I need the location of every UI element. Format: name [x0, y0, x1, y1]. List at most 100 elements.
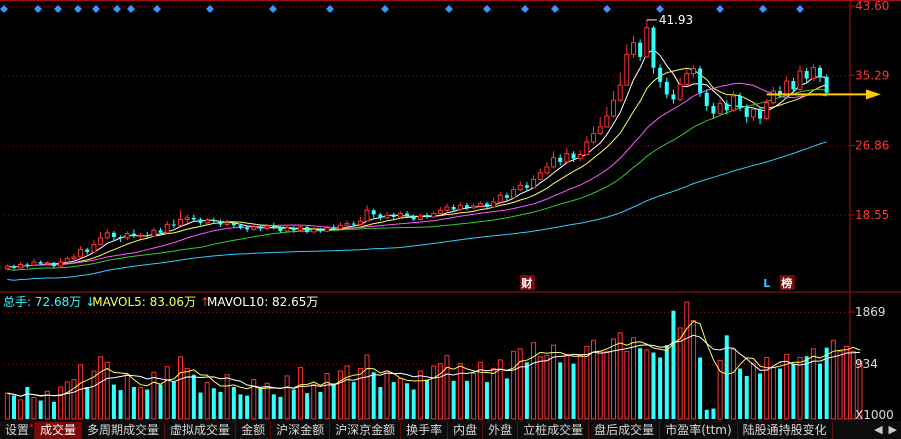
tab-7[interactable]: 换手率	[401, 422, 449, 439]
candle	[818, 65, 823, 82]
candle-body	[311, 228, 317, 233]
volume-bar	[424, 379, 429, 419]
event-diamond-icon[interactable]	[113, 5, 121, 13]
volume-bar	[138, 387, 144, 420]
candle-body	[364, 209, 370, 222]
candle-body	[251, 226, 257, 230]
tab-8[interactable]: 内盘	[448, 422, 484, 439]
candle-body	[651, 27, 656, 68]
tab-scroll-right-icon[interactable]: ▶	[889, 422, 897, 438]
tab-5[interactable]: 沪深金额	[271, 422, 331, 439]
tab-3[interactable]: 虚拟成交量	[165, 422, 237, 439]
tab-6[interactable]: 沪深京金额	[330, 422, 402, 439]
event-marker-label[interactable]: 榜	[781, 276, 792, 290]
volume-bar	[844, 345, 850, 420]
volume-bar	[750, 363, 756, 420]
tab-12[interactable]: 市盈率(ttm)	[660, 422, 738, 439]
candle	[204, 217, 210, 225]
tab-scroll-left-icon[interactable]: ◀	[874, 422, 882, 438]
volume-bar	[738, 368, 743, 419]
tab-4[interactable]: 金额	[236, 422, 272, 439]
volume-bar	[164, 366, 170, 420]
event-diamond-icon[interactable]	[445, 5, 453, 13]
event-marker-label[interactable]: L	[763, 277, 770, 290]
tab-0[interactable]: 设置	[0, 422, 36, 439]
volume-bar	[31, 396, 37, 420]
tab-11[interactable]: 盘后成交量	[589, 422, 661, 439]
event-diamond-icon[interactable]	[521, 5, 529, 13]
volume-bar	[464, 380, 469, 419]
candle	[658, 64, 663, 88]
candle-body	[711, 106, 716, 114]
volume-bar	[711, 408, 716, 419]
event-diamond-icon[interactable]	[656, 5, 664, 13]
tab-10[interactable]: 立桩成交量	[518, 422, 590, 439]
candle	[511, 186, 517, 199]
candle	[624, 44, 630, 87]
candle-body	[111, 232, 116, 237]
price-tick-label: 43.60	[855, 0, 889, 13]
candle-body	[318, 229, 323, 232]
candle-body	[770, 90, 776, 104]
event-diamond-icon[interactable]	[92, 5, 100, 13]
candle-body	[291, 227, 296, 231]
candle-body	[671, 94, 676, 100]
candle-body	[397, 213, 403, 218]
candle-body	[591, 133, 597, 143]
candle	[704, 89, 709, 112]
candle	[584, 136, 590, 156]
event-diamond-icon[interactable]	[269, 5, 277, 13]
candle-body	[198, 219, 203, 223]
tab-13[interactable]: 陆股通持股变化	[738, 422, 833, 439]
candle	[471, 203, 477, 210]
volume-bar	[477, 361, 483, 420]
candle	[758, 106, 763, 125]
event-diamond-icon[interactable]	[0, 5, 8, 13]
candle	[51, 261, 56, 268]
candle-body	[391, 215, 396, 217]
candle	[71, 253, 77, 261]
event-marker-label[interactable]: 财	[520, 276, 532, 290]
candle-body	[724, 103, 729, 111]
candle	[378, 212, 383, 221]
candle-body	[31, 261, 37, 266]
tab-9[interactable]: 外盘	[483, 422, 519, 439]
candle-body	[818, 67, 823, 77]
candle	[784, 76, 790, 97]
volume-bar	[51, 401, 56, 419]
event-diamond-icon[interactable]	[381, 5, 389, 13]
candle	[98, 231, 104, 246]
kline-chart[interactable]: 财 L榜 43.60 35.29 26.86 18.55 1869 934 X1000 41.…	[0, 0, 901, 438]
candle	[684, 69, 690, 87]
tab-1[interactable]: 成交量	[35, 422, 83, 439]
candle	[810, 63, 816, 82]
candle	[218, 219, 223, 227]
candle	[211, 217, 216, 224]
event-diamond-icon[interactable]	[716, 5, 724, 13]
candle	[391, 212, 396, 220]
candle-body	[245, 227, 250, 230]
event-diamond-icon[interactable]	[796, 5, 804, 13]
candle-body	[698, 68, 703, 93]
candle-body	[744, 107, 749, 117]
event-diamond-icon[interactable]	[153, 5, 161, 13]
candle	[397, 211, 403, 219]
candle	[457, 201, 463, 212]
candle	[730, 91, 736, 112]
volume-bar	[25, 387, 30, 419]
candle	[311, 226, 317, 233]
tab-2[interactable]: 多周期成交量	[82, 422, 166, 439]
volume-bar	[671, 310, 676, 419]
volume-bar	[604, 350, 610, 420]
volume-bar	[630, 337, 636, 420]
candle	[151, 227, 157, 237]
volume-bar	[258, 387, 263, 419]
ma5-line	[7, 49, 827, 268]
candle-body	[491, 201, 497, 208]
candle-body	[717, 103, 723, 115]
candle-body	[497, 194, 503, 203]
candle-body	[85, 249, 90, 252]
volume-bar	[491, 368, 497, 420]
candle	[417, 213, 423, 221]
candle	[371, 208, 376, 218]
